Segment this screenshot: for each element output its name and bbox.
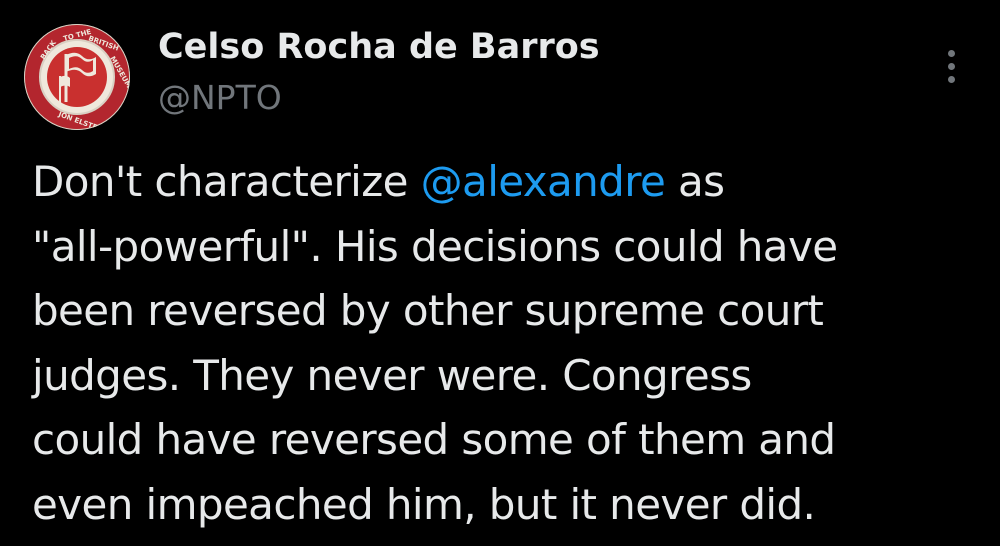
author-display-name[interactable]: Celso Rocha de Barros <box>158 24 600 70</box>
tweet-text-segment: as <box>665 157 725 206</box>
tweet-text-segment: Don't characterize <box>32 157 421 206</box>
author-handle[interactable]: @NPTO <box>158 76 282 120</box>
mention-link[interactable]: @alexandre <box>421 157 666 206</box>
tweet-line: been reversed by other supreme court <box>32 286 824 335</box>
tweet: BACK TO THE BRITISH MUSEUM JON ELSTER Ce… <box>0 0 1000 546</box>
avatar[interactable]: BACK TO THE BRITISH MUSEUM JON ELSTER <box>24 24 130 130</box>
tweet-line: could have reversed some of them and <box>32 415 836 464</box>
tweet-line: even impeached him, but it never did. <box>32 479 816 529</box>
dot-icon <box>947 62 955 70</box>
more-vertical-icon[interactable] <box>934 44 968 88</box>
dot-icon <box>947 49 955 57</box>
dot-icon <box>947 75 955 83</box>
tweet-text: Don't characterize @alexandre as "all-po… <box>32 150 982 537</box>
tweet-line: judges. They never were. Congress <box>32 350 752 400</box>
tweet-line: Don't characterize @alexandre as <box>32 150 982 215</box>
tweet-line: "all-powerful". His decisions could have <box>32 221 838 271</box>
avatar-flag-icon: BACK TO THE BRITISH MUSEUM JON ELSTER <box>24 24 130 130</box>
